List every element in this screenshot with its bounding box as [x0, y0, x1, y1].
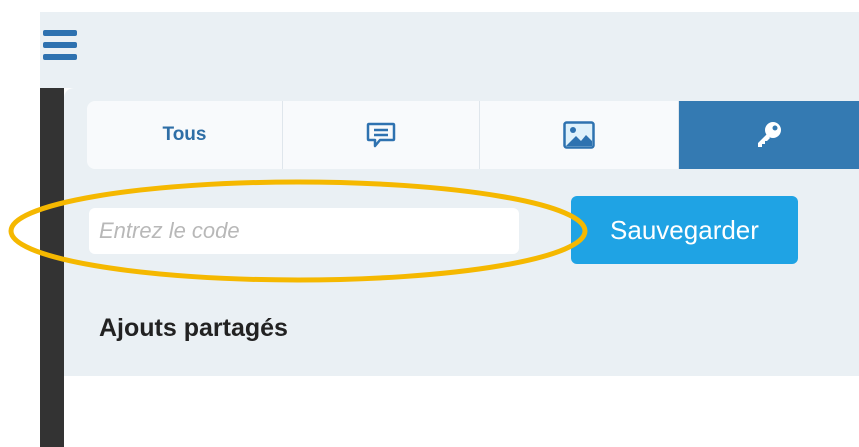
tab-comments[interactable] — [283, 101, 480, 169]
hamburger-menu-icon[interactable] — [43, 30, 77, 60]
chat-bubble-icon — [366, 122, 396, 148]
shared-additions-title: Ajouts partagés — [99, 314, 288, 342]
tab-all[interactable]: Tous — [87, 101, 283, 169]
sidebar-edge — [40, 88, 64, 447]
top-bar — [40, 12, 859, 88]
save-button[interactable]: Sauvegarder — [571, 196, 798, 264]
image-icon — [563, 121, 595, 149]
content-area — [64, 376, 859, 447]
key-icon — [758, 122, 781, 147]
tab-images[interactable] — [480, 101, 679, 169]
code-input[interactable] — [89, 208, 519, 254]
tab-bar: Tous — [87, 101, 859, 169]
tab-all-label: Tous — [162, 124, 207, 145]
tab-code[interactable] — [679, 101, 859, 169]
